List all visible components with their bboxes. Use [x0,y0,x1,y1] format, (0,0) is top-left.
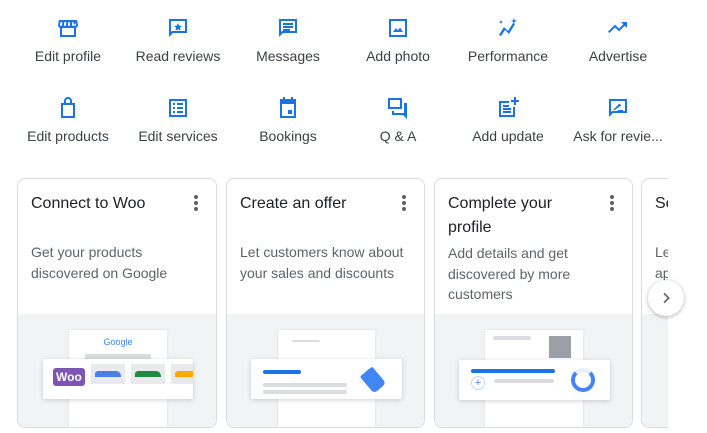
card-title: Connect to Woo [31,195,146,212]
action-label: Add update [472,128,544,144]
performance-icon [499,18,517,36]
forum-icon [388,98,407,119]
action-ask-for-review[interactable]: Ask for revie... [563,80,673,160]
woo-logo: Woo [53,368,85,386]
storefront-icon [58,20,78,37]
photo-icon [389,19,407,37]
rate-review-icon [609,99,627,117]
card-description: Add details and get discovered by more c… [448,245,571,302]
action-add-photo[interactable]: Add photo [343,0,453,80]
action-label: Edit profile [34,48,102,64]
action-performance[interactable]: Performance [453,0,563,80]
card-create-offer[interactable]: Create an offer Let customers know about… [226,178,425,428]
action-edit-profile[interactable]: Edit profile [13,0,123,80]
card-complete-profile[interactable]: Complete your profile Add details and ge… [434,178,633,428]
shopping-bag-icon [61,97,75,118]
message-icon [279,19,297,37]
review-star-icon [169,19,187,37]
action-label: Messages [256,48,320,64]
action-messages[interactable]: Messages [233,0,343,80]
offer-illustration [227,314,424,427]
action-advertise[interactable]: Advertise [563,0,673,80]
progress-ring [571,368,595,392]
carousel-next-button[interactable] [648,280,684,316]
card-description: Get your products discovered on Google [31,244,168,281]
action-label: Ask for revie... [573,128,663,144]
action-q-and-a[interactable]: Q & A [343,80,453,160]
action-read-reviews[interactable]: Read reviews [123,0,233,80]
action-label: Edit products [27,128,109,144]
google-logo: Google [103,337,133,347]
action-add-update[interactable]: Add update [453,80,563,160]
action-label: Q & A [379,128,417,144]
list-icon [169,99,187,117]
card-title: Complete your profile [448,195,553,236]
card-description: Let customers know about your sales and … [240,244,404,281]
add-circle-icon: + [471,376,485,390]
more-options-icon[interactable] [610,195,614,211]
action-bookings[interactable]: Bookings [233,80,343,160]
action-label: Edit services [138,128,218,144]
calendar-icon [280,97,296,118]
action-edit-products[interactable]: Edit products [13,80,123,160]
card-illustration [642,314,668,427]
store-icon [549,336,571,358]
action-label: Add photo [366,48,430,64]
price-tag-icon [359,366,387,394]
profile-illustration: + [435,314,632,427]
suggestion-carousel: Connect to Woo Get your products discove… [17,178,668,429]
more-options-icon[interactable] [194,195,198,211]
card-title: Se [655,195,668,212]
action-label: Bookings [259,128,317,144]
trending-up-icon [608,22,627,33]
action-edit-services[interactable]: Edit services [123,80,233,160]
quick-actions: Edit profile Read reviews Messages Add p… [13,0,673,160]
card-description: Le ap [655,244,668,281]
chevron-right-icon [663,292,670,304]
card-title: Create an offer [240,195,347,212]
action-label: Read reviews [135,48,221,64]
more-options-icon[interactable] [402,195,406,211]
card-connect-to-woo[interactable]: Connect to Woo Get your products discove… [17,178,217,428]
woo-illustration: Google Woo [18,314,216,427]
action-label: Performance [467,48,549,64]
action-label: Advertise [588,48,648,64]
post-add-icon [499,97,519,117]
